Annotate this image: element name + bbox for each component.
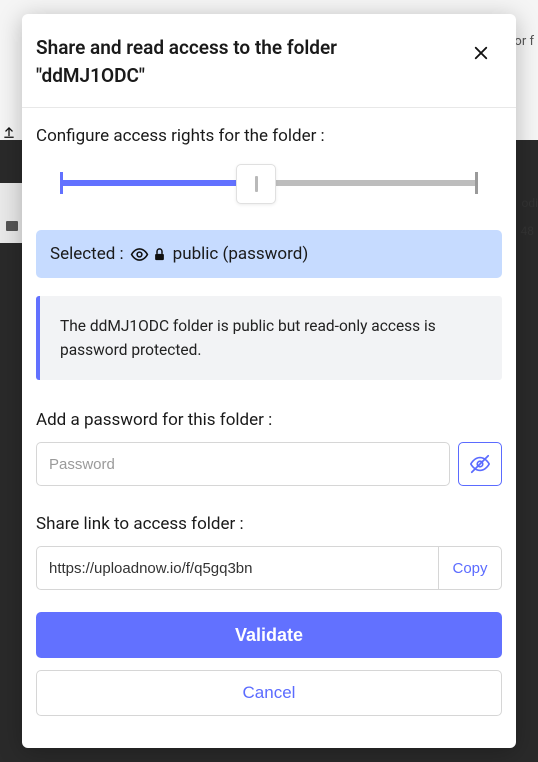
slider-track-inactive <box>256 180 478 186</box>
share-access-modal: Share and read access to the folder "ddM… <box>22 14 516 748</box>
close-button[interactable] <box>468 40 494 66</box>
share-link-label: Share link to access folder : <box>36 514 502 534</box>
modal-title: Share and read access to the folder "ddM… <box>36 34 436 89</box>
upload-icon <box>2 125 16 139</box>
info-box: The ddMJ1ODC folder is public but read-o… <box>36 296 502 380</box>
modal-body: Configure access rights for the folder :… <box>22 108 516 748</box>
slider-tick-start <box>60 172 63 194</box>
copy-button[interactable]: Copy <box>438 546 502 590</box>
selected-prefix: Selected : <box>50 244 124 264</box>
slider-tick-end <box>475 172 478 194</box>
bg-text-fragment: or f <box>514 34 534 49</box>
info-text: The ddMJ1ODC folder is public but read-o… <box>60 317 436 359</box>
cancel-button[interactable]: Cancel <box>36 670 502 716</box>
validate-button[interactable]: Validate <box>36 612 502 658</box>
slider-thumb[interactable] <box>236 164 276 204</box>
share-link-input[interactable] <box>36 546 438 590</box>
lock-icon <box>152 247 167 262</box>
background-strip-2 <box>0 183 22 243</box>
bg-text-fragment: odi <box>521 196 538 210</box>
slider-track-active <box>60 180 256 186</box>
toggle-password-visibility-button[interactable] <box>458 442 502 486</box>
configure-label: Configure access rights for the folder : <box>36 126 502 146</box>
share-link-row: Copy <box>36 546 502 590</box>
password-label: Add a password for this folder : <box>36 410 502 430</box>
folder-icon-fragment <box>6 221 18 231</box>
eye-icon <box>130 245 149 264</box>
close-icon <box>472 44 490 62</box>
access-slider[interactable] <box>60 164 478 204</box>
selected-value: public (password) <box>173 244 309 264</box>
password-input[interactable] <box>36 442 450 486</box>
modal-header: Share and read access to the folder "ddM… <box>22 14 516 108</box>
bg-text-fragment: 48 <box>521 224 535 238</box>
eye-off-icon <box>469 453 491 475</box>
selected-access-pill: Selected : public (password) <box>36 230 502 278</box>
password-row <box>36 442 502 486</box>
grip-icon <box>255 176 258 192</box>
